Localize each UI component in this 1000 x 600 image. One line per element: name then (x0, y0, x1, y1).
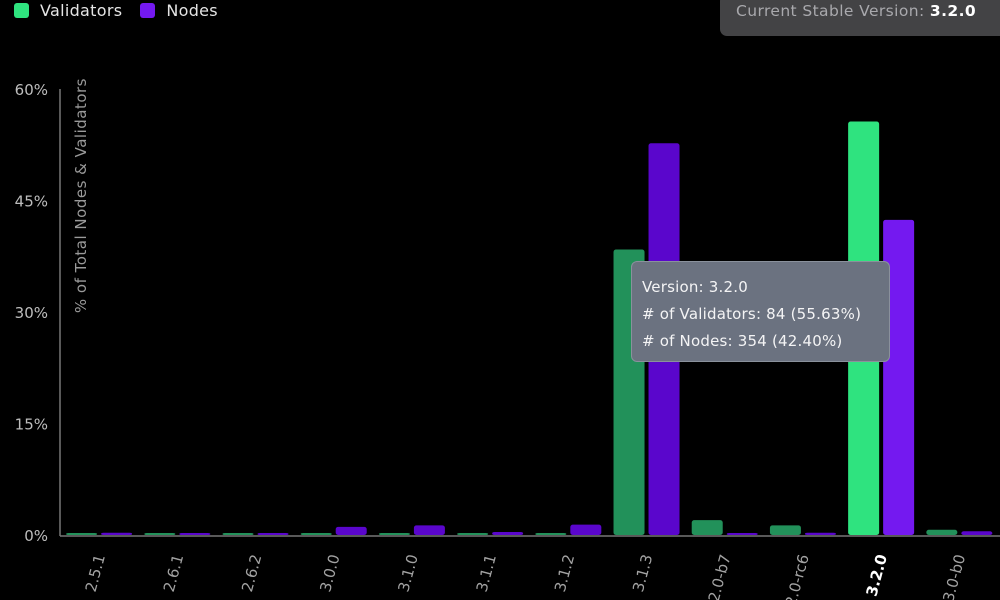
bar-nodes[interactable] (179, 533, 211, 535)
bar-validators[interactable] (769, 525, 801, 535)
legend-item-validators[interactable]: Validators (14, 1, 122, 20)
stable-version-value: 3.2.0 (929, 2, 977, 20)
legend-swatch-validators (14, 3, 29, 18)
legend-swatch-nodes (140, 3, 156, 18)
legend-label-validators: Validators (40, 1, 123, 20)
tooltip-validators: # of Validators: 84 (55.63%) (642, 305, 862, 323)
y-tick-label: 0% (24, 527, 48, 545)
bar-nodes[interactable] (335, 526, 367, 535)
bar-nodes[interactable] (570, 524, 602, 535)
y-axis-title: % of Total Nodes & Validators (72, 78, 90, 313)
x-tick-label: 3.0.0 (316, 552, 343, 594)
x-tick-label: 3.2.0 (863, 552, 891, 598)
stable-version-badge: Current Stable Version: 3.2.0 (720, 0, 1000, 36)
tooltip-nodes: # of Nodes: 354 (42.40%) (642, 332, 843, 350)
bar-validators[interactable] (926, 529, 958, 535)
bar-validators[interactable] (535, 533, 567, 535)
x-tick-label: 3.1.2 (551, 552, 578, 594)
stable-version-label: Current Stable Version: (736, 2, 925, 20)
x-tick-label: 2.0-rc6 (782, 552, 813, 600)
chart-legend: Validators Nodes (14, 1, 236, 20)
bar-nodes[interactable] (492, 532, 524, 535)
x-tick-label: 3.1.3 (629, 552, 656, 594)
legend-label-nodes: Nodes (166, 1, 218, 20)
bar-validators[interactable] (691, 520, 723, 535)
bar-validators[interactable] (66, 533, 98, 535)
x-tick-label: 2.0-b7 (705, 552, 735, 600)
legend-item-nodes[interactable]: Nodes (140, 1, 218, 20)
y-tick-label: 15% (15, 416, 48, 434)
bar-validators[interactable] (378, 533, 410, 535)
bar-validators[interactable] (457, 533, 489, 535)
bar-nodes[interactable] (101, 532, 133, 535)
bar-nodes[interactable] (961, 531, 993, 535)
tooltip-version: Version: 3.2.0 (642, 278, 748, 296)
bar-validators[interactable] (144, 533, 176, 535)
x-tick-label: 2.6.1 (160, 552, 187, 594)
bar-validators[interactable] (300, 533, 332, 535)
x-tick-label: 3.1.1 (473, 552, 500, 594)
bar-nodes[interactable] (413, 525, 445, 535)
x-tick-label: 2.6.2 (238, 552, 265, 594)
chart-tooltip: Version: 3.2.0 # of Validators: 84 (55.6… (631, 261, 890, 362)
bar-nodes[interactable] (257, 533, 289, 535)
bar-nodes[interactable] (726, 533, 758, 535)
x-tick-label: 3.0-b0 (939, 552, 969, 600)
x-tick-label: 3.1.0 (395, 552, 422, 594)
x-tick-label: 2.5.1 (82, 552, 109, 594)
y-tick-label: 60% (15, 81, 48, 99)
y-tick-label: 30% (15, 304, 48, 322)
bar-validators[interactable] (222, 533, 254, 535)
y-tick-label: 45% (15, 193, 48, 211)
bar-nodes[interactable] (804, 532, 836, 535)
